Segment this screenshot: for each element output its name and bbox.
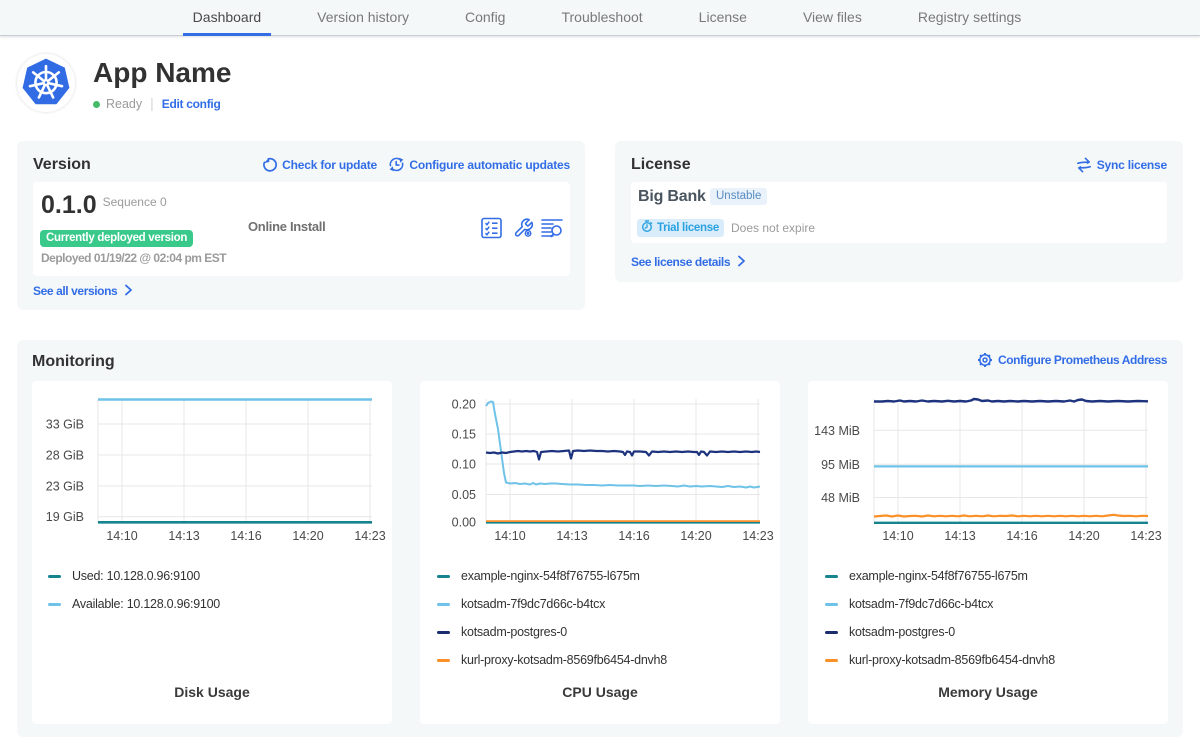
svg-text:14:20: 14:20 <box>292 529 323 543</box>
svg-text:14:23: 14:23 <box>742 529 773 543</box>
svg-text:14:10: 14:10 <box>494 529 525 543</box>
svg-text:14:13: 14:13 <box>168 529 199 543</box>
svg-text:33 GiB: 33 GiB <box>46 418 84 432</box>
svg-text:0.15: 0.15 <box>452 428 476 442</box>
svg-text:14:16: 14:16 <box>618 529 649 543</box>
svg-text:0.05: 0.05 <box>452 488 476 502</box>
svg-text:14:10: 14:10 <box>882 529 913 543</box>
svg-text:0.10: 0.10 <box>452 458 476 472</box>
svg-text:14:10: 14:10 <box>106 529 137 543</box>
svg-text:14:20: 14:20 <box>680 529 711 543</box>
svg-text:14:13: 14:13 <box>944 529 975 543</box>
svg-text:14:23: 14:23 <box>1130 529 1161 543</box>
svg-text:0.20: 0.20 <box>452 398 476 412</box>
svg-text:48 MiB: 48 MiB <box>821 491 860 505</box>
svg-text:14:13: 14:13 <box>556 529 587 543</box>
svg-text:143 MiB: 143 MiB <box>814 424 860 438</box>
svg-text:28 GiB: 28 GiB <box>46 449 84 463</box>
svg-text:95 MiB: 95 MiB <box>821 458 860 472</box>
svg-text:23 GiB: 23 GiB <box>46 480 84 494</box>
svg-text:0.00: 0.00 <box>452 516 476 530</box>
svg-text:14:16: 14:16 <box>1006 529 1037 543</box>
svg-text:14:16: 14:16 <box>230 529 261 543</box>
svg-text:14:20: 14:20 <box>1068 529 1099 543</box>
svg-text:19 GiB: 19 GiB <box>46 510 84 524</box>
svg-text:14:23: 14:23 <box>354 529 385 543</box>
